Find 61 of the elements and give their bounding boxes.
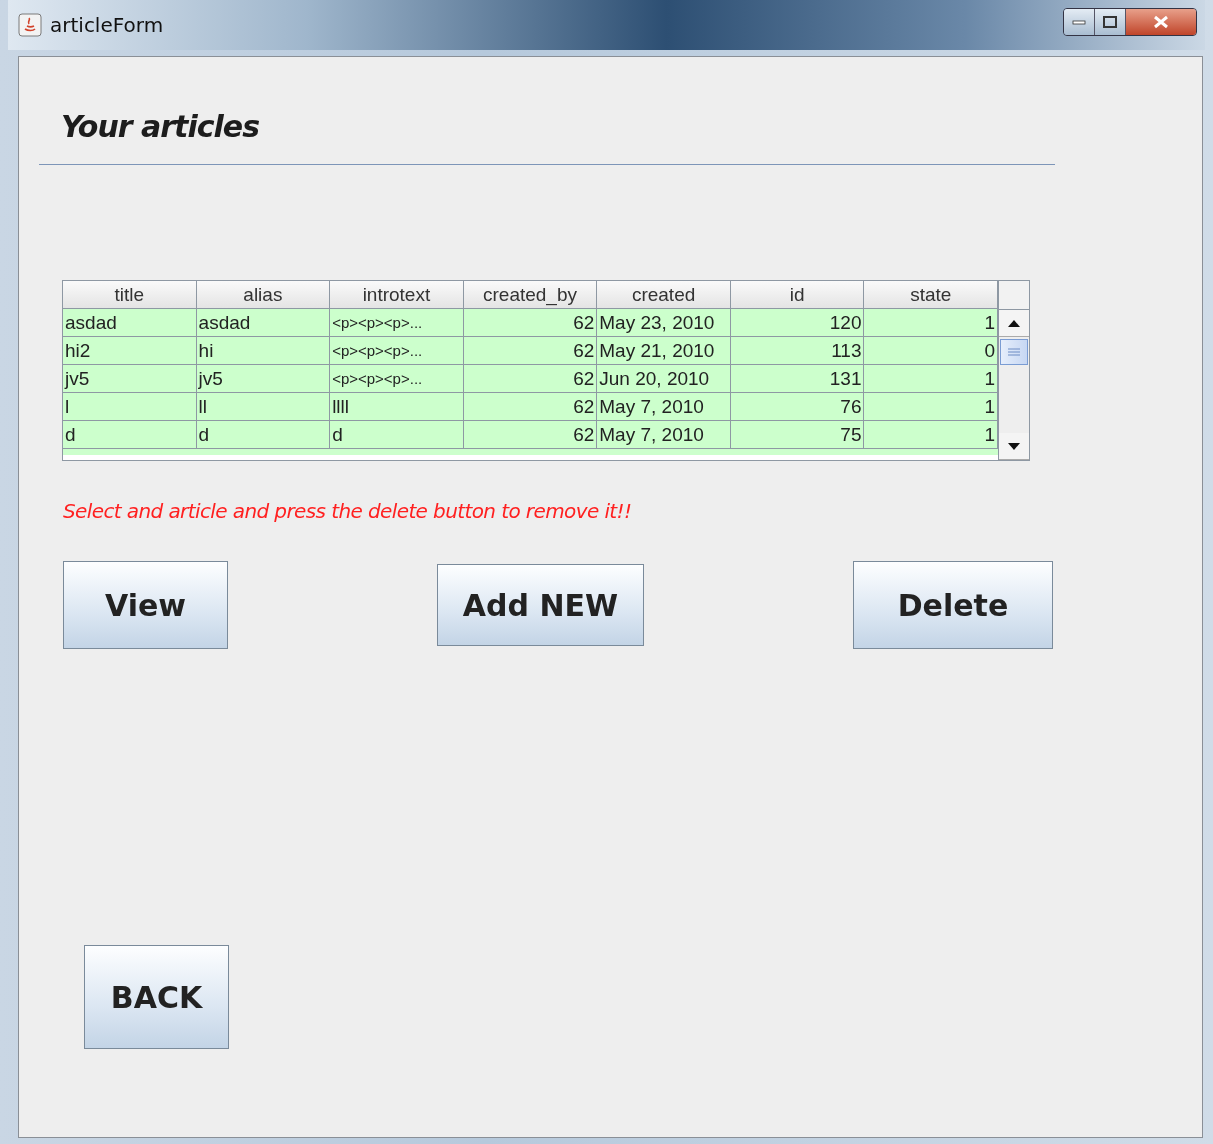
table-cell: 62 [463,421,598,449]
table-cell: jv5 [63,365,197,393]
table-cell: 1 [864,393,999,421]
close-icon [1153,15,1169,29]
table-cell: <p><p><p>... [330,309,464,337]
column-header[interactable]: alias [196,281,331,309]
app-icon [18,13,42,37]
table-cell: 0 [864,337,999,365]
table-cell: May 7, 2010 [597,393,731,421]
table-cell: <p><p><p>... [330,337,464,365]
table-cell: May 23, 2010 [597,309,731,337]
table-cell: May 7, 2010 [597,421,731,449]
column-header[interactable]: id [730,281,865,309]
table-cell: 131 [730,365,865,393]
column-header[interactable]: title [63,281,197,309]
back-button[interactable]: BACK [84,945,229,1049]
column-header[interactable]: created_by [463,281,598,309]
table-cell: jv5 [196,365,331,393]
table-cell: d [330,421,464,449]
action-button[interactable]: Delete [853,561,1053,649]
minimize-icon [1072,19,1086,25]
window-title: articleForm [50,13,164,37]
heading: Your articles [61,109,259,144]
table-cell: 76 [730,393,865,421]
action-button[interactable]: View [63,561,228,649]
table-cell: hi [196,337,331,365]
table-cell: 113 [730,337,865,365]
maximize-icon [1103,16,1117,28]
table-cell: 120 [730,309,865,337]
table-cell: 1 [864,421,999,449]
close-button[interactable] [1125,9,1196,35]
table-cell: hi2 [63,337,197,365]
table-cell: d [63,421,197,449]
down-arrow-icon [1008,442,1020,450]
maximize-button[interactable] [1094,9,1125,35]
scroll-thumb[interactable] [1000,339,1028,365]
table-cell: 1 [864,309,999,337]
table-cell: 62 [463,365,598,393]
table-cell: 1 [864,365,999,393]
table-cell: l [63,393,197,421]
up-arrow-icon [1008,319,1020,327]
table-cell: 62 [463,309,598,337]
scroll-down-button[interactable] [999,433,1029,460]
table-cell: 62 [463,393,598,421]
table-cell: llll [330,393,464,421]
table-cell: asdad [63,309,197,337]
table-cell: 62 [463,337,598,365]
table-cell: d [196,421,331,449]
scroll-up-button[interactable] [999,310,1029,337]
table-cell: asdad [196,309,331,337]
column-header[interactable]: state [864,281,999,309]
table-cell: ll [196,393,331,421]
column-header[interactable]: created [597,281,731,309]
table-cell: <p><p><p>... [330,365,464,393]
action-button[interactable]: Add NEW [437,564,644,646]
hint-text: Select and article and press the delete button to remove it!! [63,499,632,523]
table-cell: 75 [730,421,865,449]
column-header[interactable]: introtext [330,281,464,309]
table-cell: May 21, 2010 [597,337,731,365]
table-cell: Jun 20, 2010 [597,365,731,393]
scrollbar[interactable] [998,281,1029,460]
